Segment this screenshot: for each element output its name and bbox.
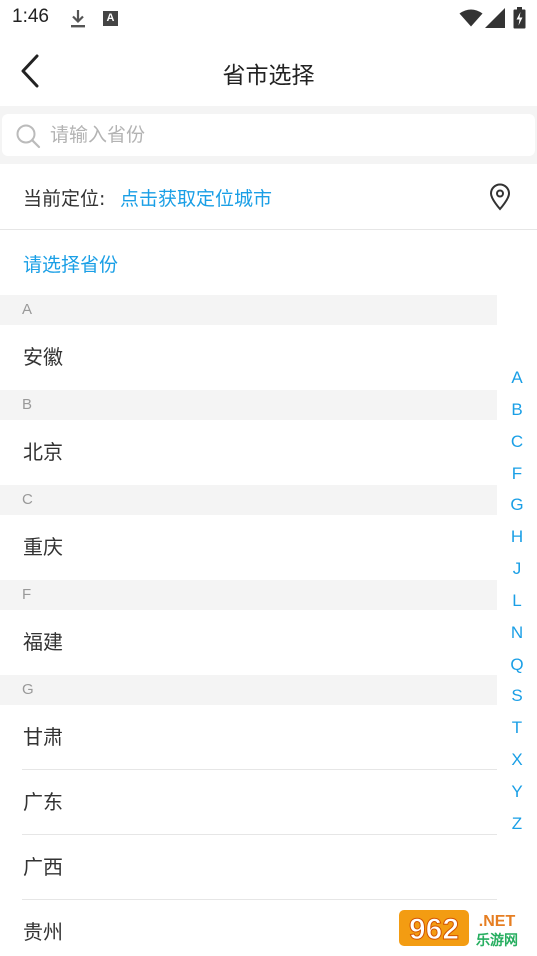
page-title: 省市选择 [222,63,315,89]
download-icon [71,10,85,28]
battery-icon [513,7,526,29]
section-header: C [0,485,497,515]
choose-province-hint: 请选择省份 [23,254,119,276]
index-letter[interactable]: Z [503,808,531,840]
section-header: F [0,580,497,610]
alphabet-index-bar[interactable]: A B C F G H J L N Q S T X Y Z [503,362,531,840]
index-letter[interactable]: L [503,585,531,617]
list-item[interactable]: 福建 [0,610,497,675]
index-letter[interactable]: N [503,617,531,649]
search-box[interactable] [2,114,535,156]
search-input[interactable] [50,119,520,151]
index-letter[interactable]: F [503,458,531,490]
search-area [0,106,537,164]
index-letter[interactable]: B [503,394,531,426]
list-item[interactable]: 安徽 [0,325,497,390]
index-letter[interactable]: C [503,426,531,458]
list-item[interactable]: 广东 [0,770,497,835]
watermark-logo: 962 .NET 乐游网 [399,910,518,949]
list-item[interactable]: 甘肃 [0,705,497,770]
list-item[interactable]: 北京 [0,420,497,485]
index-letter[interactable]: X [503,744,531,776]
list-item[interactable]: 重庆 [0,515,497,580]
title-bar: 省市选择 [0,36,537,106]
list-item[interactable]: 广西 [0,835,497,900]
index-letter[interactable]: S [503,680,531,712]
a-notification-icon: A [103,11,118,26]
signal-icon [485,8,505,28]
svg-text:.NET: .NET [479,913,516,930]
index-letter[interactable]: G [503,489,531,521]
current-location-label: 当前定位: [23,188,106,210]
status-bar: 1:46 A [0,0,537,36]
section-header: A [0,295,497,325]
current-location-row: 当前定位: 点击获取定位城市 [0,164,537,230]
index-letter[interactable]: Y [503,776,531,808]
index-letter[interactable]: H [503,521,531,553]
index-letter[interactable]: A [503,362,531,394]
index-letter[interactable]: J [503,553,531,585]
section-header: G [0,675,497,705]
search-icon [16,124,41,149]
svg-text:乐游网: 乐游网 [476,932,518,949]
index-letter[interactable]: Q [503,649,531,681]
section-header: B [0,390,497,420]
province-list: A 安徽 B 北京 C 重庆 F 福建 G 甘肃 广东 广西 贵州 [0,295,497,956]
status-time: 1:46 [12,6,49,27]
get-location-link[interactable]: 点击获取定位城市 [120,184,272,211]
map-pin-icon[interactable] [488,183,512,211]
index-letter[interactable]: T [503,712,531,744]
svg-text:962: 962 [409,913,459,946]
wifi-icon [459,9,483,27]
